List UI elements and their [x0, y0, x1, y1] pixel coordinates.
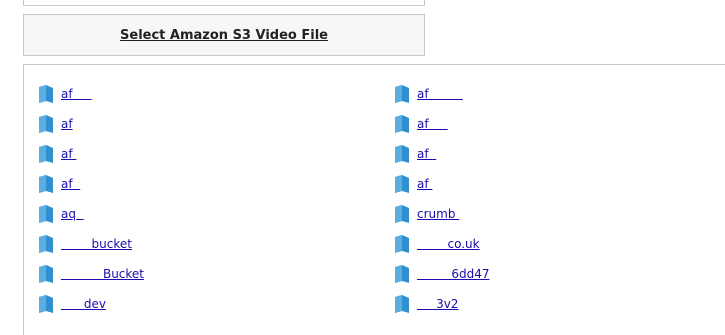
list-item[interactable]: af: [38, 139, 394, 169]
folder-icon: [39, 205, 53, 223]
bucket-link[interactable]: bucket: [61, 237, 132, 251]
folder-icon: [39, 85, 53, 103]
bucket-link[interactable]: 6dd47: [417, 267, 489, 281]
list-item[interactable]: af: [394, 79, 714, 109]
bucket-link[interactable]: af: [417, 117, 448, 131]
folder-icon: [395, 115, 409, 133]
list-item[interactable]: af: [38, 169, 394, 199]
bucket-link[interactable]: af: [61, 177, 80, 191]
folder-icon: [39, 265, 53, 283]
list-item[interactable]: crumb: [394, 199, 714, 229]
bucket-link[interactable]: co.uk: [417, 237, 480, 251]
list-item[interactable]: bucket: [38, 229, 394, 259]
list-item[interactable]: af: [38, 109, 394, 139]
list-item[interactable]: Bucket: [38, 259, 394, 289]
folder-icon: [39, 175, 53, 193]
list-item[interactable]: af: [394, 169, 714, 199]
bucket-list: af af af af af af af af aq crumb bucket …: [38, 79, 725, 319]
folder-icon: [395, 235, 409, 253]
bucket-browser-panel: af af af af af af af af aq crumb bucket …: [23, 64, 725, 335]
bucket-link[interactable]: crumb: [417, 207, 459, 221]
folder-icon: [395, 295, 409, 313]
folder-icon: [395, 145, 409, 163]
folder-icon: [395, 175, 409, 193]
select-file-title[interactable]: Select Amazon S3 Video File: [120, 28, 328, 43]
select-file-header: Select Amazon S3 Video File: [23, 14, 425, 56]
list-item[interactable]: af: [394, 109, 714, 139]
bucket-link[interactable]: af: [417, 177, 432, 191]
bucket-link[interactable]: af: [61, 87, 92, 101]
folder-icon: [395, 205, 409, 223]
folder-icon: [39, 145, 53, 163]
folder-icon: [395, 85, 409, 103]
bucket-link[interactable]: af: [417, 147, 436, 161]
bucket-link[interactable]: aq: [61, 207, 84, 221]
folder-icon: [39, 115, 53, 133]
bucket-link[interactable]: af: [417, 87, 463, 101]
bucket-link[interactable]: dev: [61, 297, 106, 311]
list-item[interactable]: aq: [38, 199, 394, 229]
bucket-link[interactable]: 3v2: [417, 297, 458, 311]
bucket-link[interactable]: af: [61, 117, 73, 131]
list-item[interactable]: 3v2: [394, 289, 714, 319]
list-item[interactable]: af: [38, 79, 394, 109]
list-item[interactable]: dev: [38, 289, 394, 319]
previous-panel-edge: [23, 0, 425, 6]
folder-icon: [39, 235, 53, 253]
folder-icon: [39, 295, 53, 313]
redaction-blot: [672, 262, 706, 276]
list-item[interactable]: 6dd47: [394, 259, 714, 289]
list-item[interactable]: af: [394, 139, 714, 169]
folder-icon: [395, 265, 409, 283]
bucket-link[interactable]: Bucket: [61, 267, 144, 281]
bucket-link[interactable]: af: [61, 147, 76, 161]
list-item[interactable]: co.uk: [394, 229, 714, 259]
